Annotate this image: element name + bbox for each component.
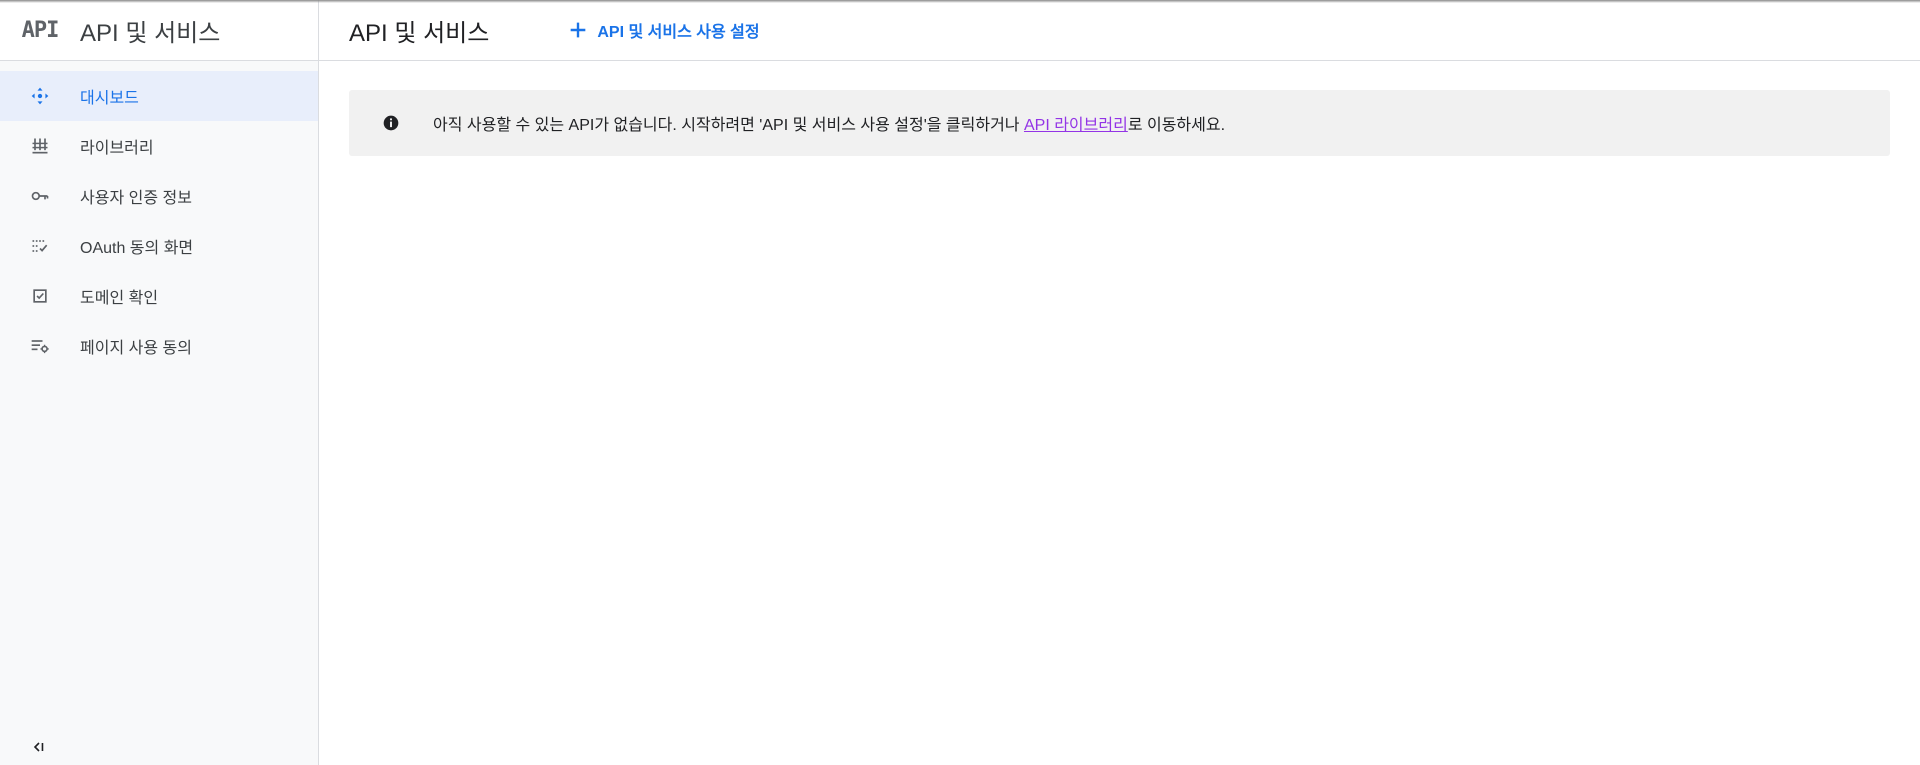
- collapse-sidebar-icon: [33, 742, 44, 752]
- sidebar-item-label: 라이브러리: [80, 140, 154, 157]
- notice-text: 아직 사용할 수 있는 API가 없습니다. 시작하려면 'API 및 서비스 …: [433, 111, 1225, 135]
- library-icon: [0, 136, 80, 156]
- sidebar-item-oauth-consent[interactable]: OAuth 동의 화면: [0, 221, 318, 271]
- plus-icon: [571, 22, 586, 38]
- sidebar-item-label: 사용자 인증 정보: [80, 190, 192, 207]
- key-icon: [0, 186, 80, 206]
- sidebar: API API 및 서비스 대시보드 라이브러리 사용자 인증 정보 OAuth…: [0, 0, 319, 765]
- sidebar-item-label: 대시보드: [80, 90, 139, 107]
- api-library-link[interactable]: API 라이브러리: [1024, 117, 1128, 134]
- sidebar-item-dashboard[interactable]: 대시보드: [0, 71, 318, 121]
- notice-text-after: 로 이동하세요.: [1127, 117, 1226, 134]
- page-title: API 및 서비스: [349, 19, 490, 47]
- main-content: API 및 서비스 API 및 서비스 사용 설정 아직 사용할 수 있는 AP…: [319, 0, 1920, 765]
- oauth-consent-icon: [0, 236, 80, 256]
- page-consent-icon: [0, 336, 80, 356]
- sidebar-item-library[interactable]: 라이브러리: [0, 121, 318, 171]
- empty-state-notice: 아직 사용할 수 있는 API가 없습니다. 시작하려면 'API 및 서비스 …: [349, 90, 1890, 156]
- dashboard-icon: [0, 86, 80, 106]
- notice-text-before: 아직 사용할 수 있는 API가 없습니다. 시작하려면 'API 및 서비스 …: [433, 117, 1024, 134]
- api-logo[interactable]: API: [0, 18, 80, 43]
- main-header: API 및 서비스 API 및 서비스 사용 설정: [319, 0, 1920, 61]
- sidebar-title: API 및 서비스: [80, 19, 221, 47]
- sidebar-item-domain-verification[interactable]: 도메인 확인: [0, 271, 318, 321]
- sidebar-item-page-consent[interactable]: 페이지 사용 동의: [0, 321, 318, 371]
- domain-check-icon: [0, 286, 80, 306]
- sidebar-item-label: OAuth 동의 화면: [80, 240, 194, 257]
- sidebar-header: API API 및 서비스: [0, 0, 318, 61]
- sidebar-nav: 대시보드 라이브러리 사용자 인증 정보 OAuth 동의 화면 도메인 확인: [0, 71, 318, 371]
- info-icon: [383, 115, 399, 131]
- collapse-sidebar-button[interactable]: [28, 736, 50, 758]
- top-shadow: [0, 0, 1920, 3]
- enable-apis-label: API 및 서비스 사용 설정: [597, 24, 760, 41]
- sidebar-item-credentials[interactable]: 사용자 인증 정보: [0, 171, 318, 221]
- enable-apis-button[interactable]: API 및 서비스 사용 설정: [567, 18, 760, 42]
- sidebar-item-label: 도메인 확인: [80, 290, 159, 307]
- sidebar-item-label: 페이지 사용 동의: [80, 340, 192, 357]
